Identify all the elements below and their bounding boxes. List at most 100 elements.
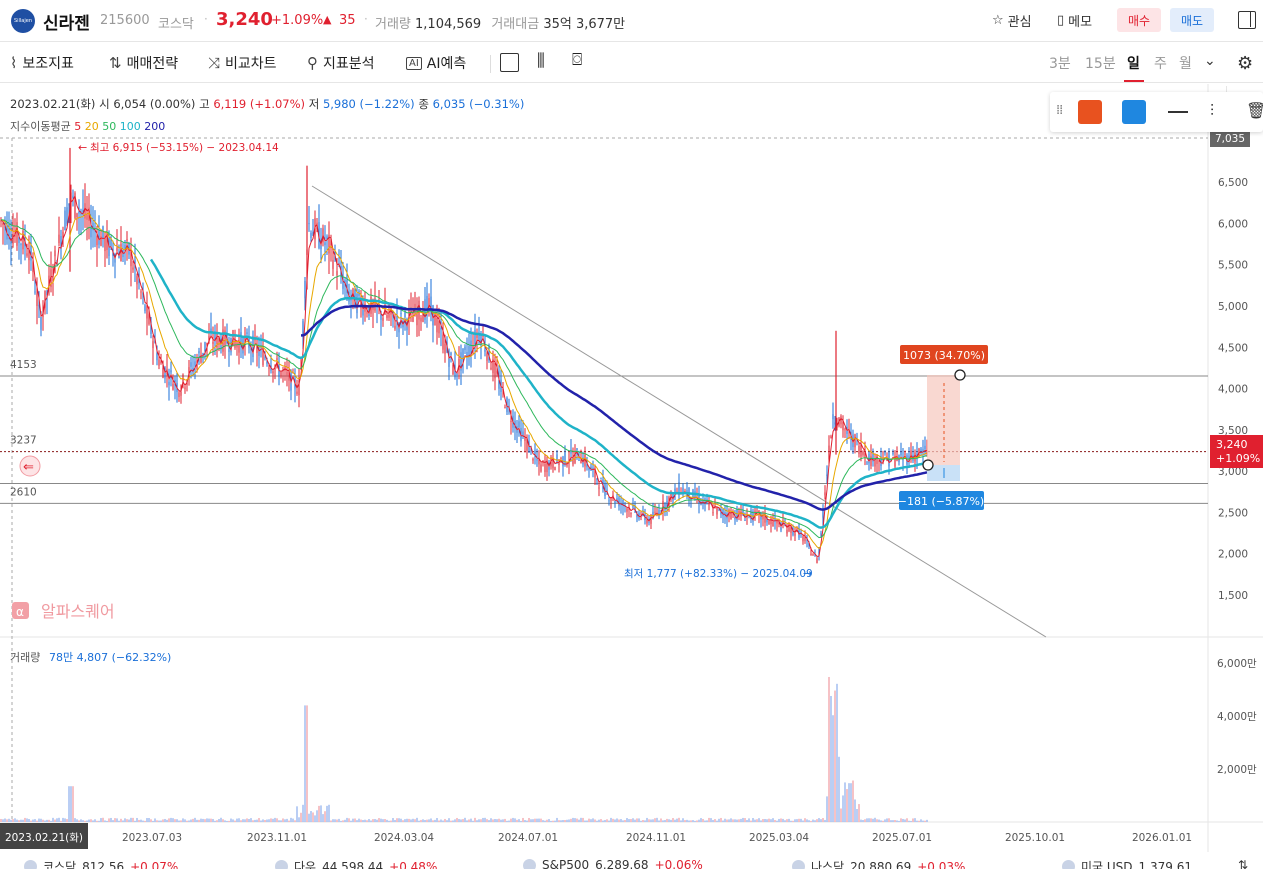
volume-bar [398,818,400,822]
candle-body [826,474,828,476]
candle-body [268,367,270,369]
volume-bar [6,819,8,822]
chevron-down-icon[interactable]: ⌄ [1204,53,1216,69]
candle-body [730,513,732,520]
volume-bar [14,818,16,822]
candle-body [286,371,288,376]
volume-bar [212,818,214,822]
volume-bar [854,799,856,822]
volume-bar [812,819,814,822]
candle-body [504,407,506,409]
volume-bar [712,819,714,822]
x-tick-label: 2023.07.03 [122,832,182,844]
stock-name[interactable]: 신라젠 [43,9,90,34]
volume-bar [46,819,48,822]
settings-sliders-icon[interactable]: ⫶ [1210,101,1214,121]
timeframe-month[interactable]: 월 [1179,53,1192,73]
volume-bar [284,819,286,822]
candle-body [96,235,98,246]
ticker-item[interactable]: S&P500 6,289.68 +0.06% [523,858,703,869]
ticker-item[interactable]: 다우 44,598.44 +0.48% [275,858,437,869]
candle-body [72,195,74,199]
ticker-name: 미국 USD [1081,860,1133,869]
candle-body [630,513,632,515]
volume-bar [558,820,560,822]
sell-button[interactable]: 매도 [1170,8,1214,32]
ticker-item[interactable]: 코스닥 812.56 +0.07% [24,858,178,869]
volume-bar [506,820,508,822]
volume-bar [584,820,586,822]
volume-bar [756,819,758,822]
trash-icon[interactable]: 🗑 [1246,101,1263,120]
y-tick-label: 2,000 [1218,549,1248,561]
y-tick-label: 5,500 [1218,260,1248,272]
volume-bar [836,683,838,822]
buy-button[interactable]: 매수 [1117,8,1161,32]
volume-bar [784,820,786,822]
ai-forecast-button[interactable]: AI AI예측 [406,53,466,73]
ticker-name: 코스닥 [43,860,77,869]
volume-bar [490,818,492,822]
volume-bar [336,819,338,822]
side-panel-icon[interactable] [1238,11,1256,29]
indicator-analysis-button[interactable]: ⚲ 지표분석 [307,53,375,73]
candle-body [862,451,864,455]
fill-color-swatch[interactable] [1122,100,1146,124]
candle-body [780,527,782,531]
ticker-item[interactable]: 나스닥 20,880.69 +0.03% [792,858,965,869]
candle-body [126,239,128,241]
volume-bar [316,810,318,822]
volume-bar [296,806,298,822]
volume-bar [694,820,696,822]
layout-square-icon[interactable] [500,53,519,72]
volume-bar [196,819,198,822]
camera-icon[interactable]: ⌼ [572,50,582,70]
volume-bar [112,820,114,822]
line-style-icon[interactable] [1168,111,1188,113]
aux-indicator-button[interactable]: ⌇ 보조지표 [10,53,74,73]
timeframe-15min[interactable]: 15분 [1085,53,1116,73]
volume-bar [476,820,478,822]
volume-bar [68,786,70,822]
drag-handle-icon[interactable]: ⁞⁞ [1056,103,1063,118]
current-price-tag-pct: +1.09% [1216,452,1260,465]
volume-bar [242,819,244,822]
separator-dot: · [364,12,368,26]
volume-bar [564,819,566,822]
volume-bar [64,818,66,822]
ticker-scroll-icon[interactable]: ⇅ [1238,858,1248,869]
volume-bar [678,817,680,822]
volume-bar [322,814,324,822]
y-tick-label: 2,500 [1218,507,1248,519]
price-chart[interactable]: 6,5006,0005,5005,0004,5004,0003,5003,000… [0,84,1263,852]
volume-bar [652,819,654,822]
gear-icon[interactable]: ⚙ [1237,53,1253,74]
trade-strategy-button[interactable]: ⇅ 매매전략 [109,53,178,73]
volume-bar [294,820,296,822]
candle-body [190,362,192,367]
volume-bar [522,817,524,822]
timeframe-week[interactable]: 주 [1154,53,1167,73]
volume-bar [394,820,396,822]
volume-bar [672,818,674,822]
timeframe-day[interactable]: 일 [1127,53,1140,73]
hline-label: 2610 [10,486,37,498]
ticker-item[interactable]: 미국 USD 1,379.61 [1062,858,1192,869]
candle-body [420,317,422,322]
volume-bar [614,819,616,822]
candle-icon[interactable]: ⫼ [537,51,545,71]
volume-bar [268,819,270,822]
candle-body [892,452,894,455]
timeframe-3min[interactable]: 3분 [1049,53,1071,73]
memo-button[interactable]: ▯ 메모 [1057,11,1092,30]
volume-bar [386,819,388,822]
volume-bar [234,820,236,822]
compare-chart-button[interactable]: ⤨ 비교차트 [208,53,277,73]
volume-bar [478,819,480,822]
watch-button[interactable]: ☆ 관심 [992,11,1032,30]
analysis-icon: ⚲ [307,54,318,72]
compare-chart-label: 비교차트 [225,56,277,72]
line-color-swatch[interactable] [1078,100,1102,124]
candle-body [532,458,534,461]
candle-body [304,280,306,299]
